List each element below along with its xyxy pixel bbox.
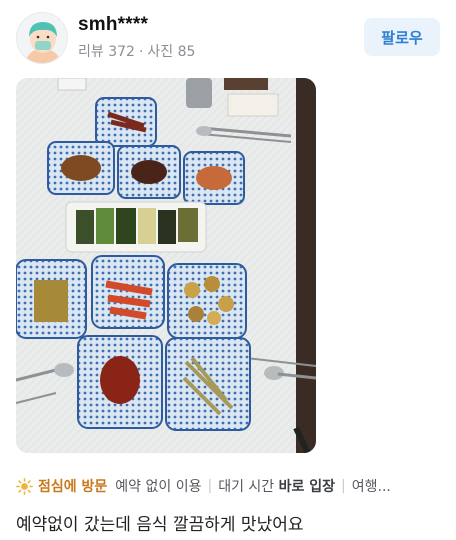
food-photo-image [16, 78, 316, 453]
wait-time-value: 바로 입장 [278, 479, 336, 495]
user-stats: 리뷰 372 · 사진 85 [78, 41, 195, 61]
review-body: 예약없이 갔는데 음식 깔끔하게 맛났어요 [16, 515, 304, 535]
follow-button[interactable]: 팔로우 [364, 18, 440, 56]
wait-time-label: 대기 시간 [218, 479, 279, 495]
wait-time-tag: 대기 시간 바로 입장 [218, 476, 335, 496]
meta-separator: · [138, 44, 144, 60]
reservation-tag: 예약 없이 이용 [115, 479, 202, 495]
avatar-illustration [17, 13, 67, 63]
review-header: smh**** 리뷰 372 · 사진 85 팔로우 [16, 10, 440, 66]
sun-icon [16, 477, 33, 495]
photo-count: 사진 85 [147, 44, 196, 60]
tag-divider: | [207, 478, 213, 494]
review-photo[interactable] [16, 78, 316, 453]
review-count: 리뷰 372 [78, 44, 135, 60]
tag-divider: | [341, 478, 346, 494]
purpose-tag[interactable]: 여행... [352, 476, 391, 496]
avatar[interactable] [16, 12, 68, 64]
meal-time-tag: 점심에 방문 [38, 479, 108, 495]
user-name[interactable]: smh**** [78, 14, 148, 36]
visit-tags: 점심에 방문 예약 없이 이용 | 대기 시간 바로 입장 | 여행... [16, 475, 456, 497]
